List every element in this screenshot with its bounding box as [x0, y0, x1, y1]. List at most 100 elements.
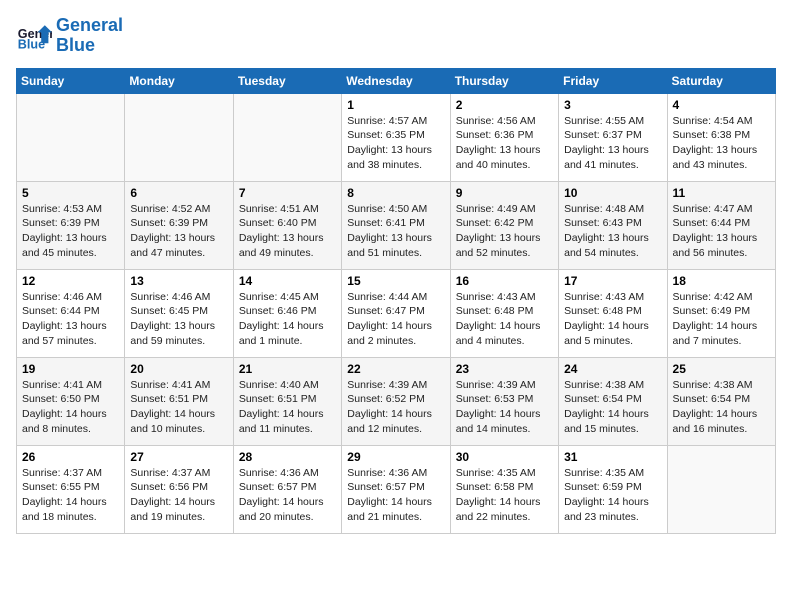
day-number: 7 [239, 186, 336, 200]
calendar-cell: 24 Sunrise: 4:38 AM Sunset: 6:54 PM Dayli… [559, 357, 667, 445]
calendar-cell: 10Sunrise: 4:48 AM Sunset: 6:43 PM Dayli… [559, 181, 667, 269]
calendar-week-row: 12 Sunrise: 4:46 AM Sunset: 6:44 PM Dayli… [17, 269, 776, 357]
day-info: Sunrise: 4:38 AM Sunset: 6:54 PM Dayligh… [564, 378, 661, 437]
day-info: Sunrise: 4:49 AM Sunset: 6:42 PM Dayligh… [456, 202, 553, 261]
dow-header: Tuesday [233, 68, 341, 93]
day-number: 27 [130, 450, 227, 464]
day-info: Sunrise: 4:40 AM Sunset: 6:51 PM Dayligh… [239, 378, 336, 437]
calendar-cell [233, 93, 341, 181]
day-info: Sunrise: 4:42 AM Sunset: 6:49 PM Dayligh… [673, 290, 770, 349]
day-number: 5 [22, 186, 119, 200]
calendar-cell: 17 Sunrise: 4:43 AM Sunset: 6:48 PM Dayli… [559, 269, 667, 357]
calendar-week-row: 26Sunrise: 4:37 AM Sunset: 6:55 PM Dayli… [17, 445, 776, 533]
logo: General Blue GeneralBlue [16, 16, 123, 56]
day-info: Sunrise: 4:52 AM Sunset: 6:39 PM Dayligh… [130, 202, 227, 261]
calendar: SundayMondayTuesdayWednesdayThursdayFrid… [16, 68, 776, 534]
calendar-cell: 22 Sunrise: 4:39 AM Sunset: 6:52 PM Dayli… [342, 357, 450, 445]
dow-header: Sunday [17, 68, 125, 93]
day-info: Sunrise: 4:50 AM Sunset: 6:41 PM Dayligh… [347, 202, 444, 261]
calendar-cell: 5 Sunrise: 4:53 AM Sunset: 6:39 PM Daylig… [17, 181, 125, 269]
day-info: Sunrise: 4:43 AM Sunset: 6:48 PM Dayligh… [564, 290, 661, 349]
day-info: Sunrise: 4:39 AM Sunset: 6:52 PM Dayligh… [347, 378, 444, 437]
calendar-cell: 14 Sunrise: 4:45 AM Sunset: 6:46 PM Dayli… [233, 269, 341, 357]
day-info: Sunrise: 4:38 AM Sunset: 6:54 PM Dayligh… [673, 378, 770, 437]
day-number: 20 [130, 362, 227, 376]
calendar-cell: 25 Sunrise: 4:38 AM Sunset: 6:54 PM Dayli… [667, 357, 775, 445]
day-info: Sunrise: 4:36 AM Sunset: 6:57 PM Dayligh… [239, 466, 336, 525]
day-info: Sunrise: 4:41 AM Sunset: 6:51 PM Dayligh… [130, 378, 227, 437]
page-header: General Blue GeneralBlue [16, 16, 776, 56]
calendar-cell: 23Sunrise: 4:39 AM Sunset: 6:53 PM Dayli… [450, 357, 558, 445]
day-number: 22 [347, 362, 444, 376]
day-number: 30 [456, 450, 553, 464]
calendar-cell: 7 Sunrise: 4:51 AM Sunset: 6:40 PM Daylig… [233, 181, 341, 269]
day-info: Sunrise: 4:44 AM Sunset: 6:47 PM Dayligh… [347, 290, 444, 349]
day-info: Sunrise: 4:46 AM Sunset: 6:44 PM Dayligh… [22, 290, 119, 349]
calendar-cell: 31 Sunrise: 4:35 AM Sunset: 6:59 PM Dayli… [559, 445, 667, 533]
day-info: Sunrise: 4:35 AM Sunset: 6:59 PM Dayligh… [564, 466, 661, 525]
day-info: Sunrise: 4:43 AM Sunset: 6:48 PM Dayligh… [456, 290, 553, 349]
day-info: Sunrise: 4:37 AM Sunset: 6:56 PM Dayligh… [130, 466, 227, 525]
calendar-body: 1 Sunrise: 4:57 AM Sunset: 6:35 PM Daylig… [17, 93, 776, 533]
day-number: 9 [456, 186, 553, 200]
calendar-cell: 1 Sunrise: 4:57 AM Sunset: 6:35 PM Daylig… [342, 93, 450, 181]
day-number: 12 [22, 274, 119, 288]
day-number: 28 [239, 450, 336, 464]
day-info: Sunrise: 4:56 AM Sunset: 6:36 PM Dayligh… [456, 114, 553, 173]
day-info: Sunrise: 4:45 AM Sunset: 6:46 PM Dayligh… [239, 290, 336, 349]
day-info: Sunrise: 4:37 AM Sunset: 6:55 PM Dayligh… [22, 466, 119, 525]
day-info: Sunrise: 4:54 AM Sunset: 6:38 PM Dayligh… [673, 114, 770, 173]
calendar-cell: 19 Sunrise: 4:41 AM Sunset: 6:50 PM Dayli… [17, 357, 125, 445]
day-number: 3 [564, 98, 661, 112]
day-number: 14 [239, 274, 336, 288]
day-of-week-row: SundayMondayTuesdayWednesdayThursdayFrid… [17, 68, 776, 93]
day-number: 15 [347, 274, 444, 288]
day-info: Sunrise: 4:51 AM Sunset: 6:40 PM Dayligh… [239, 202, 336, 261]
day-number: 19 [22, 362, 119, 376]
day-info: Sunrise: 4:41 AM Sunset: 6:50 PM Dayligh… [22, 378, 119, 437]
day-info: Sunrise: 4:53 AM Sunset: 6:39 PM Dayligh… [22, 202, 119, 261]
dow-header: Wednesday [342, 68, 450, 93]
calendar-cell: 8 Sunrise: 4:50 AM Sunset: 6:41 PM Daylig… [342, 181, 450, 269]
dow-header: Friday [559, 68, 667, 93]
calendar-cell: 21 Sunrise: 4:40 AM Sunset: 6:51 PM Dayli… [233, 357, 341, 445]
day-number: 2 [456, 98, 553, 112]
calendar-cell: 27 Sunrise: 4:37 AM Sunset: 6:56 PM Dayli… [125, 445, 233, 533]
day-number: 17 [564, 274, 661, 288]
calendar-cell [667, 445, 775, 533]
calendar-cell [125, 93, 233, 181]
calendar-cell: 11Sunrise: 4:47 AM Sunset: 6:44 PM Dayli… [667, 181, 775, 269]
calendar-cell: 13Sunrise: 4:46 AM Sunset: 6:45 PM Dayli… [125, 269, 233, 357]
svg-text:Blue: Blue [18, 37, 45, 51]
logo-text: GeneralBlue [56, 16, 123, 56]
calendar-cell [17, 93, 125, 181]
calendar-cell: 4 Sunrise: 4:54 AM Sunset: 6:38 PM Daylig… [667, 93, 775, 181]
day-info: Sunrise: 4:57 AM Sunset: 6:35 PM Dayligh… [347, 114, 444, 173]
day-number: 24 [564, 362, 661, 376]
day-info: Sunrise: 4:47 AM Sunset: 6:44 PM Dayligh… [673, 202, 770, 261]
day-info: Sunrise: 4:39 AM Sunset: 6:53 PM Dayligh… [456, 378, 553, 437]
calendar-cell: 18Sunrise: 4:42 AM Sunset: 6:49 PM Dayli… [667, 269, 775, 357]
calendar-cell: 16 Sunrise: 4:43 AM Sunset: 6:48 PM Dayli… [450, 269, 558, 357]
day-number: 29 [347, 450, 444, 464]
calendar-cell: 30Sunrise: 4:35 AM Sunset: 6:58 PM Dayli… [450, 445, 558, 533]
calendar-cell: 15 Sunrise: 4:44 AM Sunset: 6:47 PM Dayli… [342, 269, 450, 357]
day-number: 4 [673, 98, 770, 112]
calendar-week-row: 19 Sunrise: 4:41 AM Sunset: 6:50 PM Dayli… [17, 357, 776, 445]
calendar-cell: 26Sunrise: 4:37 AM Sunset: 6:55 PM Dayli… [17, 445, 125, 533]
calendar-cell: 20 Sunrise: 4:41 AM Sunset: 6:51 PM Dayli… [125, 357, 233, 445]
day-number: 21 [239, 362, 336, 376]
dow-header: Monday [125, 68, 233, 93]
logo-icon: General Blue [16, 18, 52, 54]
calendar-cell: 29Sunrise: 4:36 AM Sunset: 6:57 PM Dayli… [342, 445, 450, 533]
dow-header: Saturday [667, 68, 775, 93]
day-number: 1 [347, 98, 444, 112]
calendar-week-row: 5 Sunrise: 4:53 AM Sunset: 6:39 PM Daylig… [17, 181, 776, 269]
day-number: 31 [564, 450, 661, 464]
calendar-week-row: 1 Sunrise: 4:57 AM Sunset: 6:35 PM Daylig… [17, 93, 776, 181]
day-number: 25 [673, 362, 770, 376]
day-number: 16 [456, 274, 553, 288]
calendar-cell: 3Sunrise: 4:55 AM Sunset: 6:37 PM Daylig… [559, 93, 667, 181]
day-number: 8 [347, 186, 444, 200]
calendar-cell: 12 Sunrise: 4:46 AM Sunset: 6:44 PM Dayli… [17, 269, 125, 357]
